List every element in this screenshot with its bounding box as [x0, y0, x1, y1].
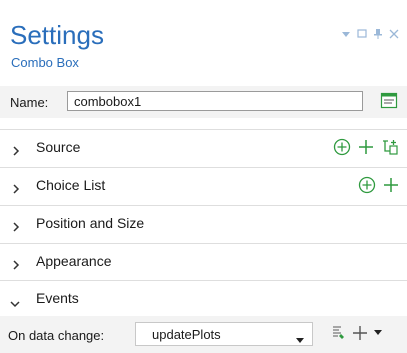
- section-position-and-size[interactable]: Position and Size: [0, 205, 407, 242]
- name-input[interactable]: [67, 91, 363, 111]
- on-data-change-label: On data change:: [8, 328, 105, 343]
- on-data-change-select[interactable]: updatePlots: [135, 322, 313, 346]
- chevron-right-icon: [12, 257, 20, 275]
- section-label: Events: [36, 290, 79, 306]
- chevron-down-icon: [10, 295, 20, 313]
- chevron-down-icon: [296, 332, 304, 347]
- edit-method-icon[interactable]: [330, 325, 346, 341]
- form-edit-icon[interactable]: [380, 92, 398, 115]
- dropdown-arrow-icon[interactable]: [374, 330, 382, 336]
- chevron-right-icon: [12, 143, 20, 161]
- section-source[interactable]: Source: [0, 129, 407, 166]
- close-icon[interactable]: [389, 29, 399, 39]
- plus-icon[interactable]: [383, 177, 399, 193]
- window-controls: [341, 28, 399, 40]
- restore-icon[interactable]: [357, 29, 367, 39]
- name-row: Name:: [0, 86, 407, 118]
- panel-subtitle: Combo Box: [11, 55, 79, 70]
- section-label: Choice List: [36, 177, 106, 193]
- plus-icon[interactable]: [352, 325, 368, 341]
- section-label: Position and Size: [36, 215, 145, 231]
- events-row: On data change: updatePlots: [0, 316, 407, 353]
- name-label: Name:: [10, 95, 49, 110]
- plus-icon[interactable]: [358, 139, 374, 155]
- section-events[interactable]: Events: [0, 280, 407, 317]
- panel-title: Settings: [10, 20, 104, 50]
- add-circle-icon[interactable]: [333, 138, 351, 156]
- pin-dropdown-icon[interactable]: [341, 29, 351, 39]
- section-choice-list[interactable]: Choice List: [0, 167, 407, 204]
- add-circle-icon[interactable]: [358, 176, 376, 194]
- chevron-right-icon: [12, 219, 20, 237]
- section-appearance[interactable]: Appearance: [0, 243, 407, 280]
- chevron-right-icon: [12, 181, 20, 199]
- section-label: Source: [36, 139, 81, 155]
- pin-icon[interactable]: [373, 28, 383, 40]
- section-label: Appearance: [36, 253, 112, 269]
- selected-value: updatePlots: [152, 327, 221, 342]
- tree-add-icon[interactable]: [381, 138, 399, 156]
